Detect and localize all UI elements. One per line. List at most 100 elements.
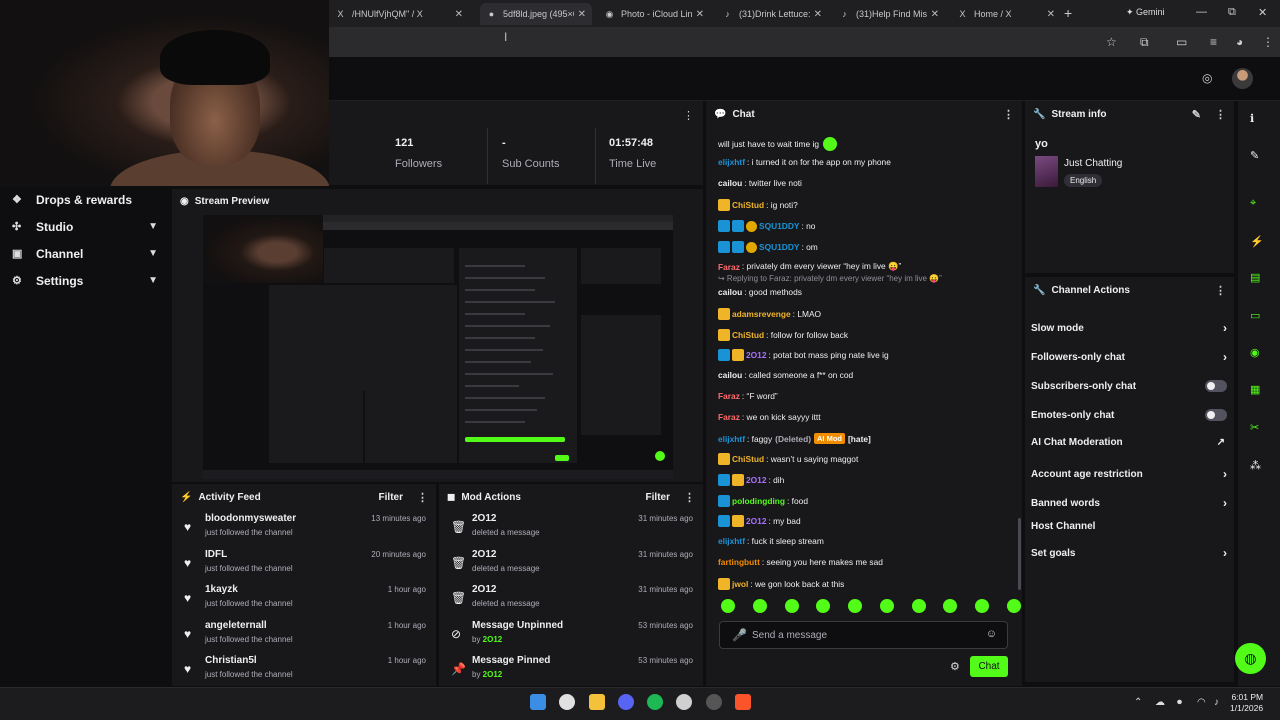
chat-username[interactable]: ChiStud bbox=[732, 200, 764, 210]
brave-icon[interactable] bbox=[735, 694, 751, 710]
list-item[interactable]: ⊘ Message Unpinned by 2O12 53 minutes ago bbox=[439, 617, 703, 653]
connections-icon[interactable]: ⁂ bbox=[1250, 459, 1261, 472]
chat-username[interactable]: elijxhtf bbox=[718, 157, 745, 167]
list-item[interactable]: ♥ 1kayzk just followed the channel 1 hour a… bbox=[172, 581, 436, 617]
menu-kebab-icon[interactable]: ⋮ bbox=[684, 491, 695, 504]
chat-scrollbar[interactable] bbox=[1018, 518, 1021, 590]
stats-menu-icon[interactable]: ⋮ bbox=[683, 109, 694, 122]
toggle-switch[interactable] bbox=[1205, 380, 1227, 392]
chat-username[interactable]: cailou bbox=[718, 287, 742, 297]
browser-tab[interactable]: X/HNUlfVjhQM" / X ✕ bbox=[329, 3, 469, 25]
menu-kebab-icon[interactable]: ⋮ bbox=[1003, 108, 1014, 121]
send-chat-button[interactable]: Chat bbox=[970, 656, 1008, 677]
menu-kebab-icon[interactable]: ⋮ bbox=[1262, 35, 1274, 49]
emote-icon[interactable] bbox=[879, 599, 894, 613]
filter-button[interactable]: Filter bbox=[646, 492, 670, 503]
emote-icon[interactable] bbox=[1006, 599, 1021, 613]
chat-icon[interactable]: ▭ bbox=[1250, 309, 1260, 322]
browser-tab[interactable]: X Home / X ✕ bbox=[951, 3, 1061, 25]
new-tab-button[interactable]: + bbox=[1064, 5, 1072, 21]
chat-username[interactable]: Faraz bbox=[718, 391, 740, 401]
tab-close-icon[interactable]: ✕ bbox=[931, 9, 939, 20]
tab-close-icon[interactable]: ✕ bbox=[696, 9, 704, 20]
stream-preview-video[interactable] bbox=[203, 215, 673, 479]
edit-pencil-icon[interactable]: ✎ bbox=[1192, 108, 1201, 121]
chat-username[interactable]: polodingding bbox=[732, 496, 785, 506]
channel-action-item[interactable]: Subscribers-only chat bbox=[1031, 380, 1231, 392]
tab-close-icon[interactable]: ✕ bbox=[814, 9, 822, 20]
chrome-icon[interactable] bbox=[559, 694, 575, 710]
extensions-icon[interactable]: ⧉ bbox=[1140, 35, 1149, 50]
filter-button[interactable]: Filter bbox=[379, 492, 403, 503]
volume-icon[interactable]: ♪ bbox=[1214, 697, 1219, 708]
channel-action-item[interactable]: Host Channel bbox=[1031, 521, 1231, 532]
mic-tray-icon[interactable]: ⏺ bbox=[1177, 697, 1182, 708]
gemini-button[interactable]: ✦ Gemini bbox=[1126, 7, 1165, 18]
pencil-icon[interactable]: ✎ bbox=[1250, 149, 1259, 162]
browser-tab[interactable]: ♪ (31)Help Find Missi ✕ bbox=[833, 3, 945, 25]
onedrive-icon[interactable]: ☁ bbox=[1155, 697, 1165, 708]
channel-action-item[interactable]: Banned words › bbox=[1031, 496, 1231, 510]
chat-username[interactable]: cailou bbox=[718, 370, 742, 380]
help-button[interactable]: ◍ bbox=[1235, 643, 1266, 674]
browser-tab[interactable]: ♪ (31)Drink Lettuce: A ✕ bbox=[716, 3, 828, 25]
external-link-icon[interactable]: ↗ bbox=[1217, 437, 1225, 448]
sidebar-item-drops-rewards[interactable]: ❖ Drops & rewards bbox=[0, 186, 172, 213]
toggle-switch[interactable] bbox=[1205, 409, 1227, 421]
sidebar-item-studio[interactable]: ✣ Studio ▼ bbox=[0, 213, 172, 240]
chat-settings-icon[interactable]: ⚙ bbox=[950, 660, 960, 673]
start-icon[interactable] bbox=[530, 694, 546, 710]
menu-kebab-icon[interactable]: ⋮ bbox=[1215, 284, 1226, 297]
info-icon[interactable]: ℹ bbox=[1250, 112, 1254, 125]
close-window-icon[interactable]: ✕ bbox=[1258, 6, 1267, 19]
ccleaner-icon[interactable] bbox=[676, 694, 692, 710]
list-item[interactable]: ♥ angeleternall just followed the channel 1… bbox=[172, 617, 436, 653]
obs-icon[interactable] bbox=[706, 694, 722, 710]
chat-username[interactable]: elijxhtf bbox=[718, 536, 745, 546]
chat-username[interactable]: fartingbutt bbox=[718, 557, 760, 567]
channel-action-item[interactable]: Emotes-only chat bbox=[1031, 409, 1231, 421]
channel-action-item[interactable]: Set goals › bbox=[1031, 546, 1231, 560]
chat-username[interactable]: cailou bbox=[718, 178, 742, 188]
menu-kebab-icon[interactable]: ⋮ bbox=[417, 491, 428, 504]
chat-username[interactable]: ChiStud bbox=[732, 330, 764, 340]
layout-icon[interactable]: ▦ bbox=[1250, 383, 1260, 396]
emote-icon[interactable] bbox=[975, 599, 990, 613]
broadcast-icon[interactable]: ◉ bbox=[1250, 346, 1260, 359]
channel-action-item[interactable]: AI Chat Moderation ↗ bbox=[1031, 437, 1231, 448]
tray-chevron-up-icon[interactable]: ⌃ bbox=[1134, 697, 1142, 708]
channel-action-item[interactable]: Followers-only chat › bbox=[1031, 350, 1231, 364]
tab-close-icon[interactable]: ✕ bbox=[1047, 9, 1055, 20]
emoji-icon[interactable]: ☺ bbox=[986, 628, 997, 640]
minimize-icon[interactable]: — bbox=[1196, 6, 1207, 18]
emote-icon[interactable] bbox=[784, 599, 799, 613]
emote-icon[interactable] bbox=[721, 599, 735, 613]
support-icon[interactable]: ◎ bbox=[1202, 71, 1212, 85]
emote-icon[interactable] bbox=[911, 599, 926, 613]
clipboard-icon[interactable]: ▤ bbox=[1250, 271, 1260, 284]
focus-icon[interactable]: ⌖ bbox=[1250, 197, 1256, 210]
avatar[interactable] bbox=[1232, 68, 1253, 89]
chat-username[interactable]: adamsrevenge bbox=[732, 309, 791, 319]
chat-username[interactable]: ChiStud bbox=[732, 454, 764, 464]
list-item[interactable]: ♥ Christian5l just followed the channel 1 h… bbox=[172, 652, 436, 686]
wifi-icon[interactable]: ◠ bbox=[1197, 697, 1206, 708]
channel-action-item[interactable]: Account age restriction › bbox=[1031, 467, 1231, 481]
emote-icon[interactable] bbox=[752, 599, 767, 613]
list-item[interactable]: 🗑 2O12 deleted a message 31 minutes ago bbox=[439, 546, 703, 582]
browser-tab[interactable]: ● 5df8ld.jpeg (495×6 ✕ bbox=[480, 3, 592, 25]
list-item[interactable]: 🗑 2O12 deleted a message 31 minutes ago bbox=[439, 581, 703, 617]
chat-username[interactable]: 2O12 bbox=[746, 350, 767, 360]
discord-icon[interactable] bbox=[618, 694, 634, 710]
restore-icon[interactable]: ⧉ bbox=[1228, 6, 1236, 19]
emote-icon[interactable] bbox=[943, 599, 958, 613]
chat-username[interactable]: elijxhtf bbox=[718, 434, 745, 444]
sidebar-item-channel[interactable]: ▣ Channel ▼ bbox=[0, 240, 172, 267]
chat-username[interactable]: Faraz bbox=[718, 412, 740, 422]
lightning-icon[interactable]: ⚡ bbox=[1250, 235, 1264, 248]
channel-action-item[interactable]: Slow mode › bbox=[1031, 321, 1231, 335]
menu-kebab-icon[interactable]: ⋮ bbox=[1215, 108, 1226, 121]
file-explorer-icon[interactable] bbox=[589, 694, 605, 710]
emote-icon[interactable] bbox=[816, 599, 831, 613]
chat-username[interactable]: jwol bbox=[732, 579, 748, 589]
